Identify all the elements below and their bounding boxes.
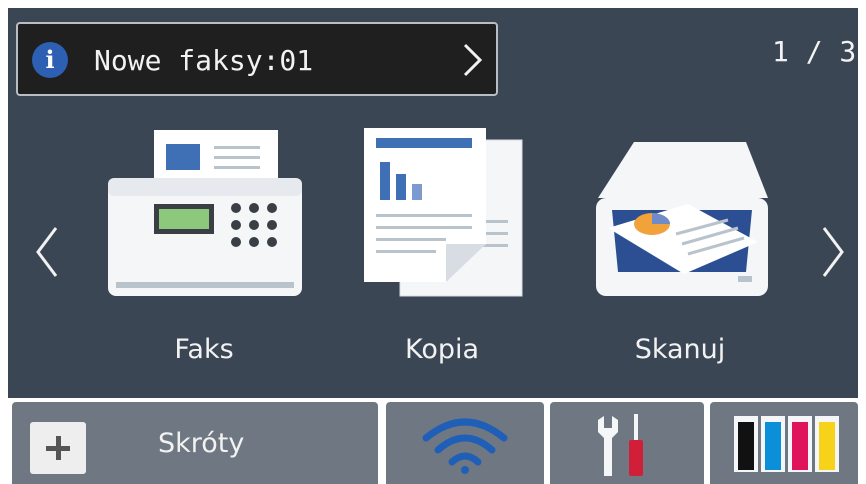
app-label: Skanuj	[634, 334, 726, 365]
chevron-left-icon[interactable]	[32, 222, 62, 282]
app-label: Kopia	[404, 334, 480, 365]
shortcuts-button[interactable]: Skróty	[12, 402, 378, 484]
copy-document-icon	[364, 128, 523, 297]
page-indicator: 1 / 3	[772, 35, 857, 68]
app-copy[interactable]: Kopia	[340, 124, 544, 374]
lcd-screen: i Nowe faksy:01 1 / 3 Faks Kopia Skanuj …	[0, 0, 866, 484]
scanner-icon	[596, 142, 768, 296]
app-label: Faks	[174, 334, 234, 365]
new-fax-notification[interactable]: i Nowe faksy:01	[16, 22, 498, 96]
info-icon: i	[32, 42, 68, 78]
tools-icon	[598, 414, 643, 476]
chevron-right-icon	[463, 43, 483, 77]
plus-icon	[30, 422, 86, 474]
settings-button[interactable]	[550, 402, 704, 484]
fax-machine-icon	[108, 130, 302, 296]
notification-text: Nowe faksy:01	[94, 44, 314, 77]
ink-cartridges-icon	[734, 416, 839, 472]
app-fax[interactable]: Faks	[102, 124, 306, 374]
shortcuts-label: Skróty	[158, 428, 245, 459]
chevron-right-icon[interactable]	[818, 222, 848, 282]
wifi-icon	[422, 418, 508, 474]
app-scan[interactable]: Skanuj	[578, 124, 782, 374]
wifi-button[interactable]	[386, 402, 544, 484]
ink-button[interactable]	[710, 402, 858, 484]
